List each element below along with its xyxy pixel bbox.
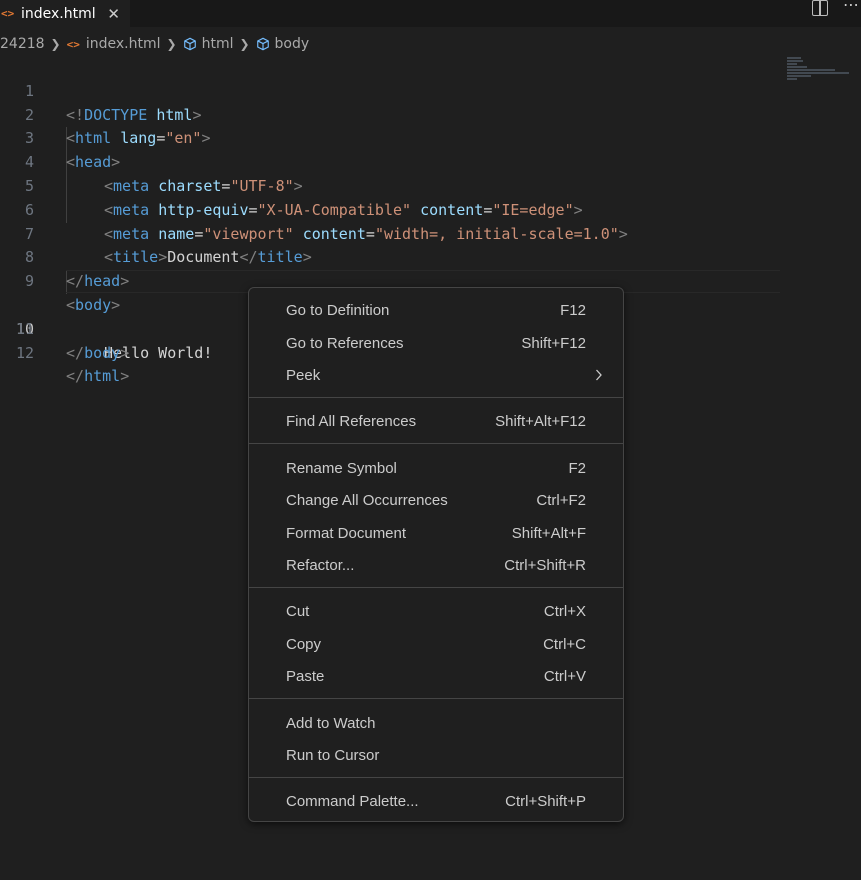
line-number: 12 <box>15 343 34 362</box>
menu-item-paste[interactable]: Paste Ctrl+V <box>249 662 623 692</box>
code-line[interactable]: 6 <meta name="viewport" content="width=,… <box>0 175 861 243</box>
menu-item-rename-symbol[interactable]: Rename Symbol F2 <box>249 454 623 484</box>
menu-item-command-palette[interactable]: Command Palette... Ctrl+Shift+P <box>249 787 623 817</box>
shortcut-label: Ctrl+X <box>543 603 586 620</box>
menu-item-format-document[interactable]: Format Document Shift+Alt+F <box>249 519 623 549</box>
code-line[interactable]: 9 <body> <box>0 246 861 314</box>
code-line[interactable]: 3 <head> <box>0 104 861 171</box>
shortcut-label: Shift+Alt+F <box>511 525 586 542</box>
shortcut-label: Ctrl+Shift+R <box>504 557 586 574</box>
menu-separator <box>249 443 623 444</box>
menu-item-change-all-occurrences[interactable]: Change All Occurrences Ctrl+F2 <box>249 486 623 516</box>
chevron-right-icon: ❯ <box>166 37 177 51</box>
code-line[interactable]: 2 <html lang="en"> <box>0 80 861 148</box>
chevron-right-icon: ❯ <box>50 37 61 51</box>
chevron-right-icon <box>596 369 602 381</box>
breadcrumb-item-body[interactable]: body <box>275 36 310 52</box>
menu-separator <box>249 698 623 699</box>
shortcut-label: Ctrl+C <box>543 636 586 653</box>
menu-separator <box>249 397 623 398</box>
menu-item-add-to-watch[interactable]: Add to Watch <box>249 709 623 739</box>
shortcut-label: Shift+F12 <box>521 335 586 352</box>
menu-item-cut[interactable]: Cut Ctrl+X <box>249 597 623 627</box>
breadcrumb-folder[interactable]: 24218 <box>0 36 45 52</box>
breadcrumb-file[interactable]: index.html <box>86 36 161 52</box>
more-actions-icon[interactable]: ⋯ <box>843 0 860 14</box>
code-line[interactable]: 8 </head> <box>0 223 861 290</box>
shortcut-label: Ctrl+F2 <box>536 492 586 509</box>
chevron-right-icon: ❯ <box>239 37 250 51</box>
shortcut-label: Shift+Alt+F12 <box>495 413 586 430</box>
menu-item-copy[interactable]: Copy Ctrl+C <box>249 630 623 660</box>
menu-item-peek[interactable]: Peek <box>249 361 623 391</box>
code-line[interactable]: 5 <meta http-equiv="X-UA-Compatible" con… <box>0 151 861 219</box>
menu-item-run-to-cursor[interactable]: Run to Cursor <box>249 741 623 771</box>
shortcut-label: F2 <box>568 460 586 477</box>
menu-separator <box>249 587 623 588</box>
symbol-element-icon <box>183 37 196 51</box>
html-file-icon: <> <box>1 7 15 20</box>
html-file-icon: <> <box>66 37 80 51</box>
tab-label: index.html <box>21 5 96 22</box>
code-line[interactable]: 4 <meta charset="UTF-8"> <box>0 127 861 195</box>
context-menu: Go to Definition F12 Go to References Sh… <box>248 287 624 822</box>
menu-item-refactor[interactable]: Refactor... Ctrl+Shift+R <box>249 551 623 581</box>
shortcut-label: Ctrl+V <box>543 668 586 685</box>
menu-separator <box>249 777 623 778</box>
breadcrumb-item-html[interactable]: html <box>202 36 234 52</box>
shortcut-label: Ctrl+Shift+P <box>505 793 586 810</box>
menu-item-find-all-references[interactable]: Find All References Shift+Alt+F12 <box>249 407 623 437</box>
breadcrumb: 24218 ❯ <> index.html ❯ html ❯ body <box>0 33 309 55</box>
menu-item-go-to-references[interactable]: Go to References Shift+F12 <box>249 329 623 359</box>
symbol-element-icon <box>256 37 269 51</box>
code-line[interactable]: 7 <title>Document</title> <box>0 199 861 267</box>
split-editor-icon[interactable] <box>812 0 828 16</box>
tab-index-html[interactable]: <> index.html ✕ <box>0 0 130 27</box>
menu-item-go-to-definition[interactable]: Go to Definition F12 <box>249 296 623 326</box>
code-line[interactable]: 1 <!DOCTYPE html> <box>0 56 861 124</box>
shortcut-label: F12 <box>560 302 586 319</box>
close-icon[interactable]: ✕ <box>106 5 122 23</box>
tab-bar: <> index.html ✕ ⋯ <box>0 0 861 27</box>
